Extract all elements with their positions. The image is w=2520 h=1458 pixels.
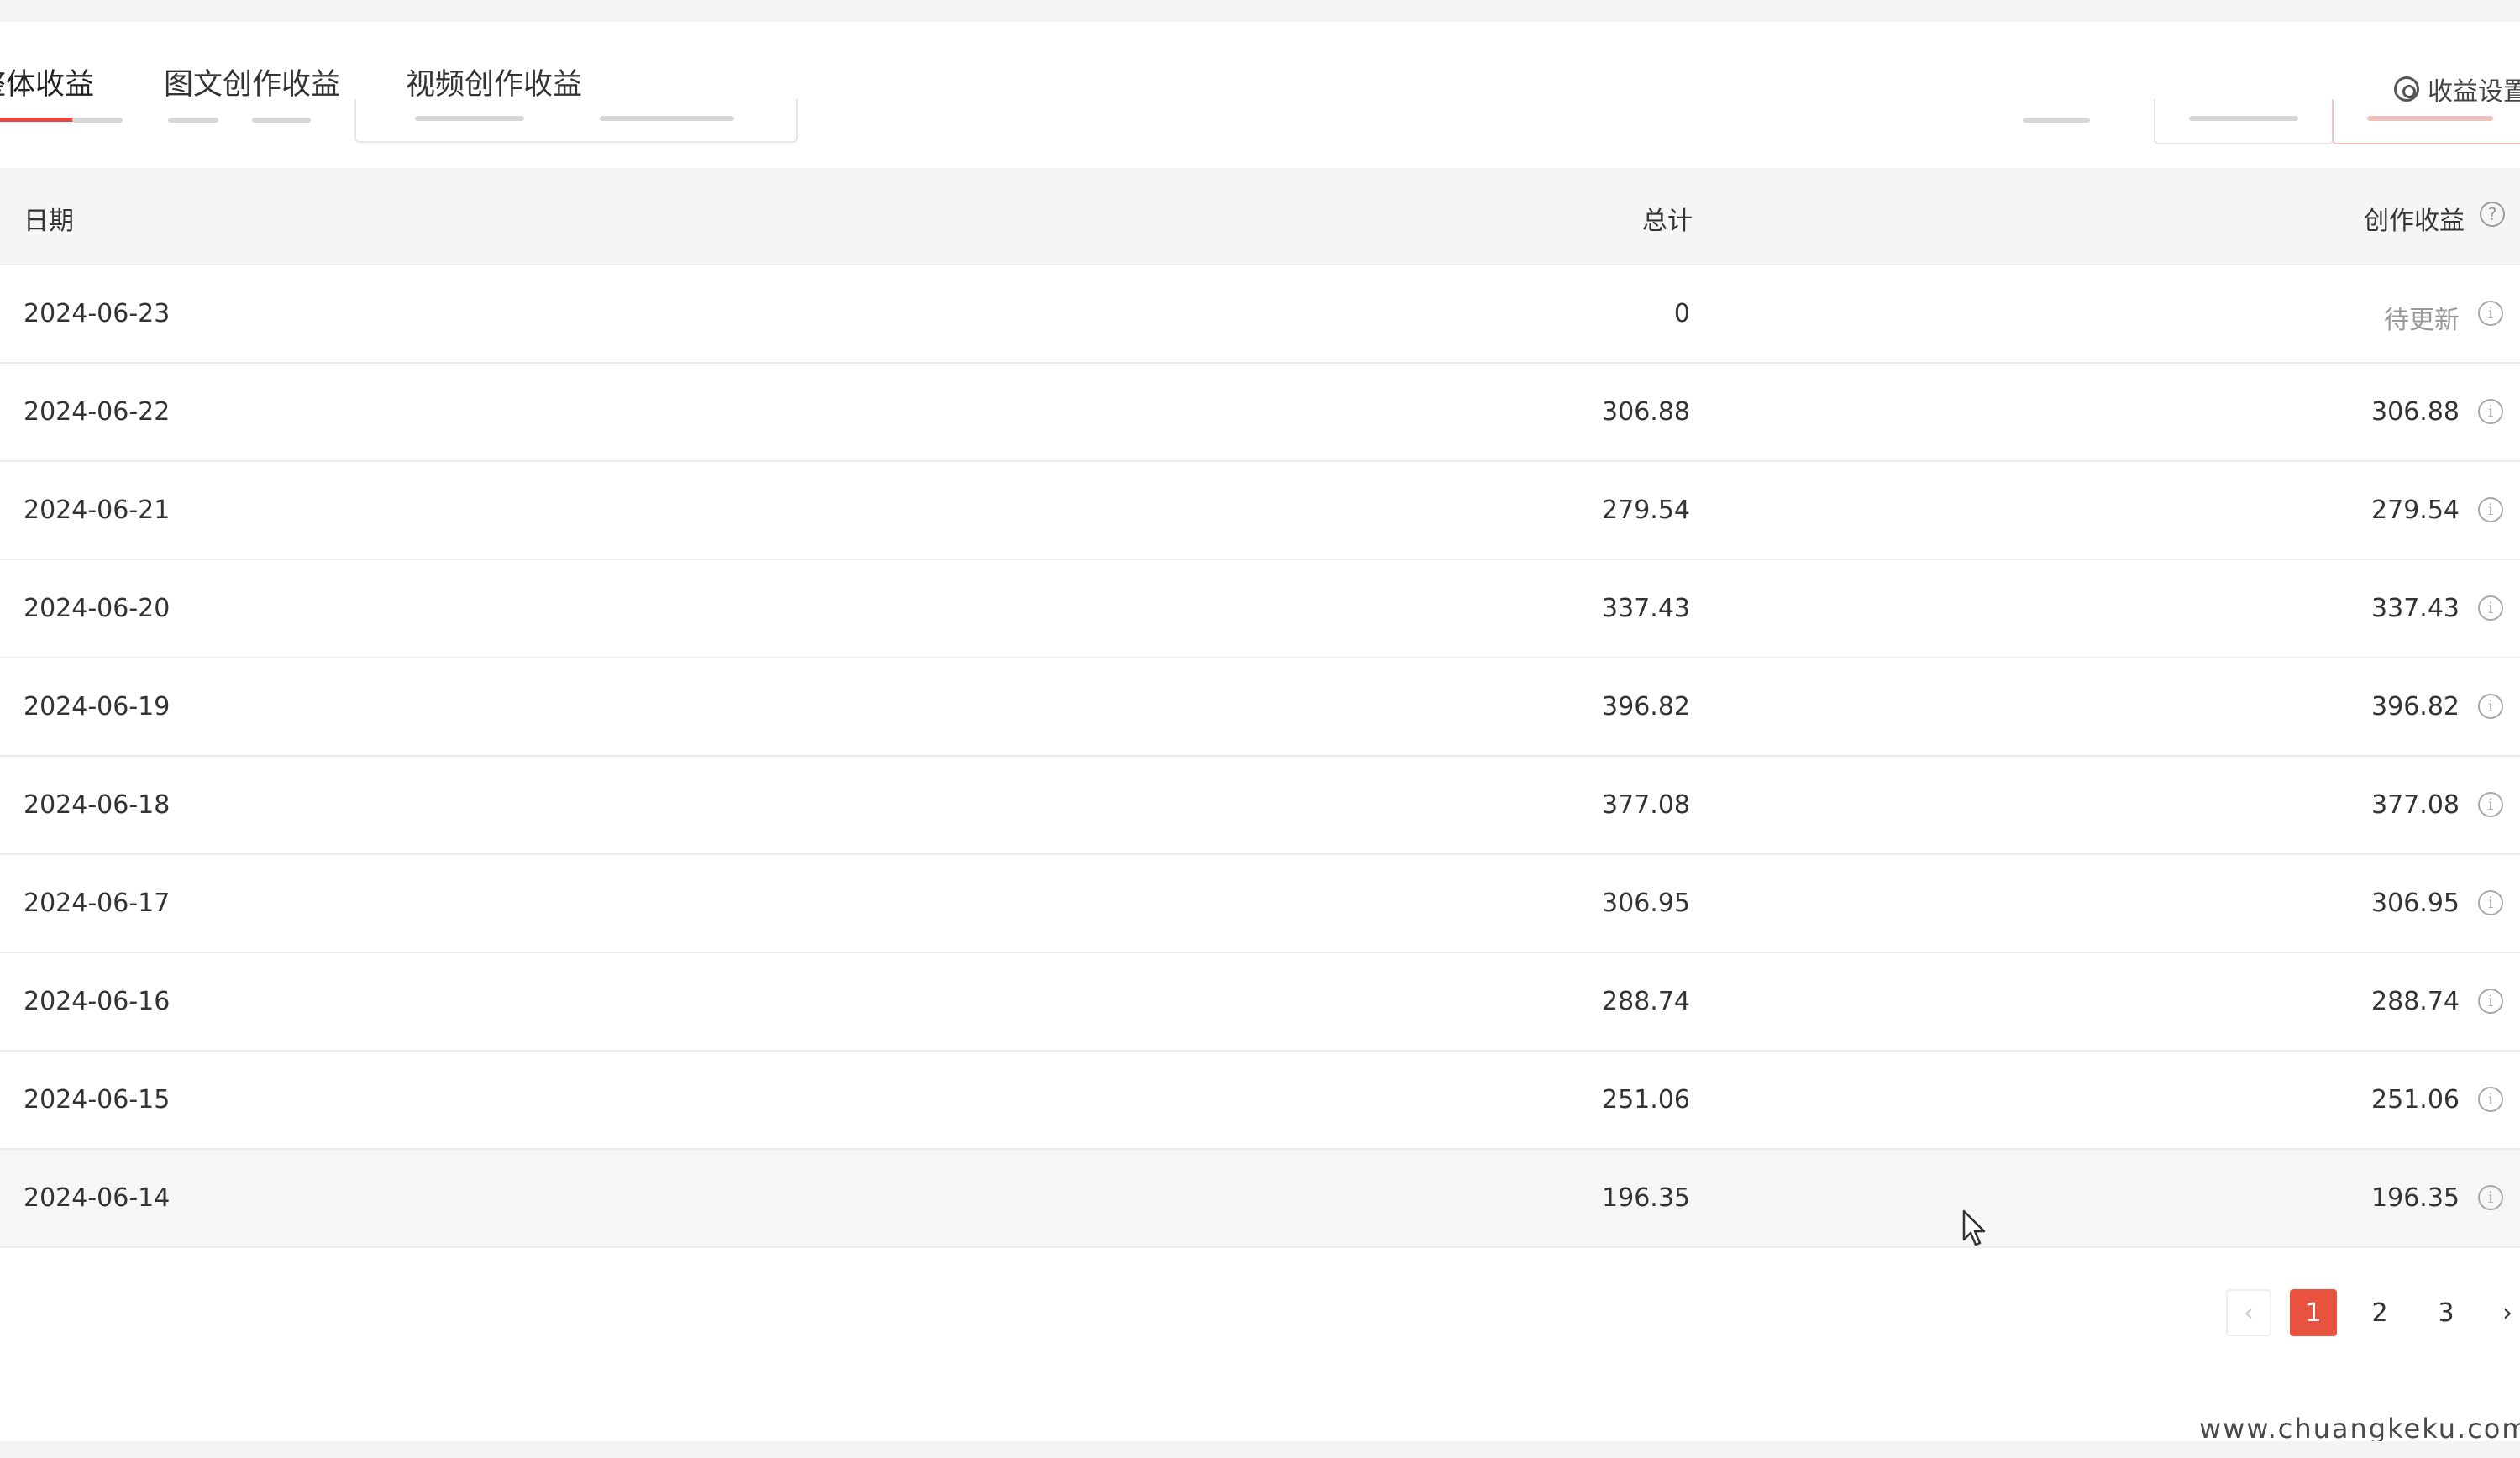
settings-icon [2394, 76, 2419, 102]
row-total: 377.08 [1602, 790, 1690, 820]
column-header-date: 日期 [24, 207, 74, 236]
row-total: 196.35 [1602, 1183, 1690, 1213]
row-total: 306.88 [1602, 397, 1690, 427]
table-row-hovered: 2024-06-14 196.35 196.35 i [0, 1150, 2520, 1248]
table-row: 2024-06-20 337.43 337.43 i [0, 560, 2520, 658]
info-icon[interactable]: i [2478, 497, 2503, 522]
pagination-next-button[interactable]: › [2486, 1289, 2520, 1336]
row-date: 2024-06-16 [24, 987, 171, 1016]
table-row: 2024-06-18 377.08 377.08 i [0, 757, 2520, 855]
row-creation-income: 288.74 [2371, 987, 2460, 1016]
tab-article-income[interactable]: 图文创作收益 [164, 60, 340, 103]
filter-option-blur-2 [168, 118, 218, 123]
row-creation-income: 306.88 [2371, 397, 2460, 427]
row-total: 0 [1673, 299, 1690, 328]
pagination-page-2[interactable]: 2 [2356, 1289, 2403, 1336]
date-range-picker[interactable] [354, 99, 798, 143]
row-total: 396.82 [1602, 692, 1690, 721]
row-creation-income: 396.82 [2371, 692, 2460, 721]
table-body: 2024-06-23 0 待更新 i 2024-06-22 306.88 306… [0, 265, 2520, 1248]
row-date: 2024-06-20 [24, 594, 171, 623]
column-header-total: 总计 [1642, 207, 1693, 236]
info-icon[interactable]: i [2478, 1087, 2503, 1112]
bottom-strip [0, 1441, 2520, 1458]
row-total: 279.54 [1602, 496, 1690, 525]
filter-option-blur [72, 118, 123, 123]
row-total: 306.95 [1602, 889, 1690, 918]
filter-option-blur-4 [2023, 118, 2090, 123]
info-icon[interactable]: i [2478, 1185, 2503, 1210]
row-creation-income: 279.54 [2371, 496, 2460, 525]
row-date: 2024-06-14 [24, 1183, 171, 1213]
info-icon[interactable]: i [2478, 399, 2503, 424]
tab-video-income[interactable]: 视频创作收益 [406, 60, 582, 103]
table-row: 2024-06-21 279.54 279.54 i [0, 462, 2520, 560]
info-icon[interactable]: i [2478, 595, 2503, 621]
pagination-page-3[interactable]: 3 [2423, 1289, 2470, 1336]
row-total: 251.06 [1602, 1085, 1690, 1114]
info-icon[interactable]: i [2478, 301, 2503, 326]
help-icon[interactable]: ? [2480, 202, 2505, 227]
info-icon[interactable]: i [2478, 694, 2503, 719]
pagination-prev-button[interactable]: ‹ [2226, 1289, 2271, 1336]
row-total: 288.74 [1602, 987, 1690, 1016]
top-strip [0, 0, 2520, 22]
watermark: www.chuangkeku.com [2199, 1413, 2520, 1445]
table-header: 日期 总计 创作收益 ? [0, 168, 2520, 265]
info-icon[interactable]: i [2478, 989, 2503, 1014]
table-row: 2024-06-16 288.74 288.74 i [0, 953, 2520, 1052]
table-row: 2024-06-22 306.88 306.88 i [0, 364, 2520, 462]
row-creation-income: 306.95 [2371, 889, 2460, 918]
filter-option-blur-3 [252, 118, 311, 123]
row-creation-income: 251.06 [2371, 1085, 2460, 1114]
row-creation-income: 196.35 [2371, 1183, 2460, 1213]
row-creation-income: 337.43 [2371, 594, 2460, 623]
row-date: 2024-06-18 [24, 790, 171, 820]
export-button[interactable] [2332, 99, 2520, 144]
table-row: 2024-06-17 306.95 306.95 i [0, 855, 2520, 953]
row-total: 337.43 [1602, 594, 1690, 623]
row-date: 2024-06-15 [24, 1085, 171, 1114]
column-header-creation-income: 创作收益 [2364, 207, 2465, 236]
table-row: 2024-06-23 0 待更新 i [0, 265, 2520, 364]
row-creation-income: 待更新 [2384, 306, 2460, 335]
table-row: 2024-06-19 396.82 396.82 i [0, 658, 2520, 757]
pagination-page-1[interactable]: 1 [2290, 1289, 2337, 1336]
tab-overall-income[interactable]: 整体收益 [0, 60, 94, 103]
row-date: 2024-06-21 [24, 496, 171, 525]
mouse-cursor-icon [1962, 1209, 1986, 1246]
row-date: 2024-06-19 [24, 692, 171, 721]
row-date: 2024-06-17 [24, 889, 171, 918]
row-creation-income: 377.08 [2371, 790, 2460, 820]
row-date: 2024-06-23 [24, 299, 171, 328]
toolbar-button[interactable] [2154, 99, 2334, 144]
row-date: 2024-06-22 [24, 397, 171, 427]
info-icon[interactable]: i [2478, 890, 2503, 915]
info-icon[interactable]: i [2478, 792, 2503, 817]
table-row: 2024-06-15 251.06 251.06 i [0, 1052, 2520, 1150]
